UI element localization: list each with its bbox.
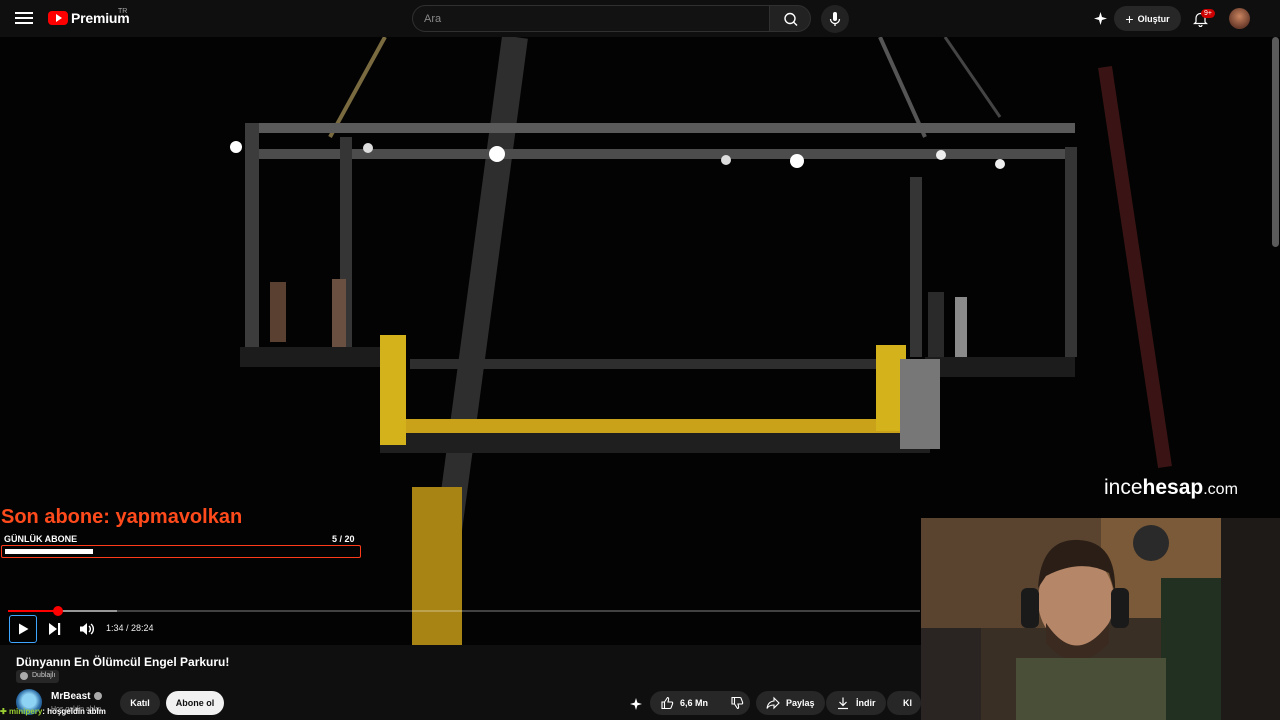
notification-badge: 9+ (1201, 9, 1215, 18)
play-button[interactable] (9, 615, 37, 643)
like-count: 6,6 Mn (680, 698, 709, 708)
search-icon (784, 12, 798, 26)
premium-sparkle-icon-2[interactable] (629, 697, 643, 711)
webcam-image (921, 518, 1280, 720)
youtube-play-icon (48, 11, 68, 25)
clip-button[interactable]: Kl (887, 691, 921, 715)
watermark-part2: hesap (1142, 476, 1204, 499)
logo-country: TR (118, 8, 128, 15)
download-icon (838, 697, 848, 710)
menu-icon[interactable] (14, 9, 34, 29)
dubbed-badge: Dublajlı (16, 670, 60, 683)
dub-label: Dublajlı (32, 672, 56, 679)
volume-icon (80, 623, 95, 635)
search-box (412, 5, 770, 32)
last-subscriber-text: Son abone: yapmavolkan (1, 506, 243, 528)
time-display: 1:34 / 28:24 (106, 623, 154, 633)
progress-bar[interactable] (8, 606, 920, 616)
search-input[interactable] (413, 6, 769, 31)
chat-username: minipery (8, 707, 43, 716)
create-label: Oluştur (1137, 13, 1170, 24)
search-button[interactable] (769, 5, 811, 32)
subscribe-button[interactable]: Abone ol (166, 691, 224, 715)
channel-name[interactable]: MrBeast (51, 691, 90, 702)
daily-subscriber-bar-fill (5, 549, 93, 554)
plus-icon: + (1125, 10, 1134, 27)
account-avatar[interactable] (1229, 8, 1250, 29)
microphone-icon (829, 12, 841, 26)
volume-button[interactable] (78, 620, 96, 638)
thumbs-up-icon (661, 696, 674, 710)
dub-icon (20, 672, 28, 680)
clip-label: Kl (903, 698, 912, 708)
share-button[interactable]: Paylaş (756, 691, 825, 715)
voice-search-button[interactable] (821, 5, 849, 33)
dislike-button[interactable] (718, 691, 752, 715)
play-icon (19, 623, 29, 635)
daily-subscriber-count: 5 / 20 (332, 534, 355, 544)
join-button[interactable]: Katıl (120, 691, 160, 715)
progress-played (8, 610, 59, 612)
next-button[interactable] (46, 620, 64, 638)
chat-text: : hoşgeldin ablm (42, 707, 106, 716)
streamer-webcam (921, 518, 1280, 720)
next-icon (49, 623, 61, 635)
thumbs-down-icon (731, 696, 744, 710)
video-title: Dünyanın En Ölümcül Engel Parkuru! (16, 655, 230, 669)
watermark-part1: ince (1104, 476, 1143, 499)
download-label: İndir (856, 698, 876, 708)
chat-icon: ✚ (0, 707, 9, 716)
daily-subscriber-label: GÜNLÜK ABONE (4, 534, 78, 544)
premium-sparkle-icon[interactable] (1093, 11, 1108, 26)
daily-subscriber-bar (1, 545, 361, 558)
page-scrollbar[interactable] (1272, 37, 1279, 247)
share-icon (766, 696, 780, 710)
download-button[interactable]: İndir (826, 691, 886, 715)
top-bar: Premium TR + Oluştur 9+ (0, 0, 1280, 37)
watermark: incehesap.com (1104, 476, 1238, 500)
verified-icon (94, 692, 102, 700)
youtube-logo[interactable]: Premium TR (48, 8, 130, 26)
share-label: Paylaş (786, 698, 815, 708)
chat-message: ✚ minipery: hoşgeldin ablm (0, 707, 106, 716)
create-button[interactable]: + Oluştur (1114, 6, 1181, 31)
watermark-part3: .com (1203, 481, 1238, 498)
